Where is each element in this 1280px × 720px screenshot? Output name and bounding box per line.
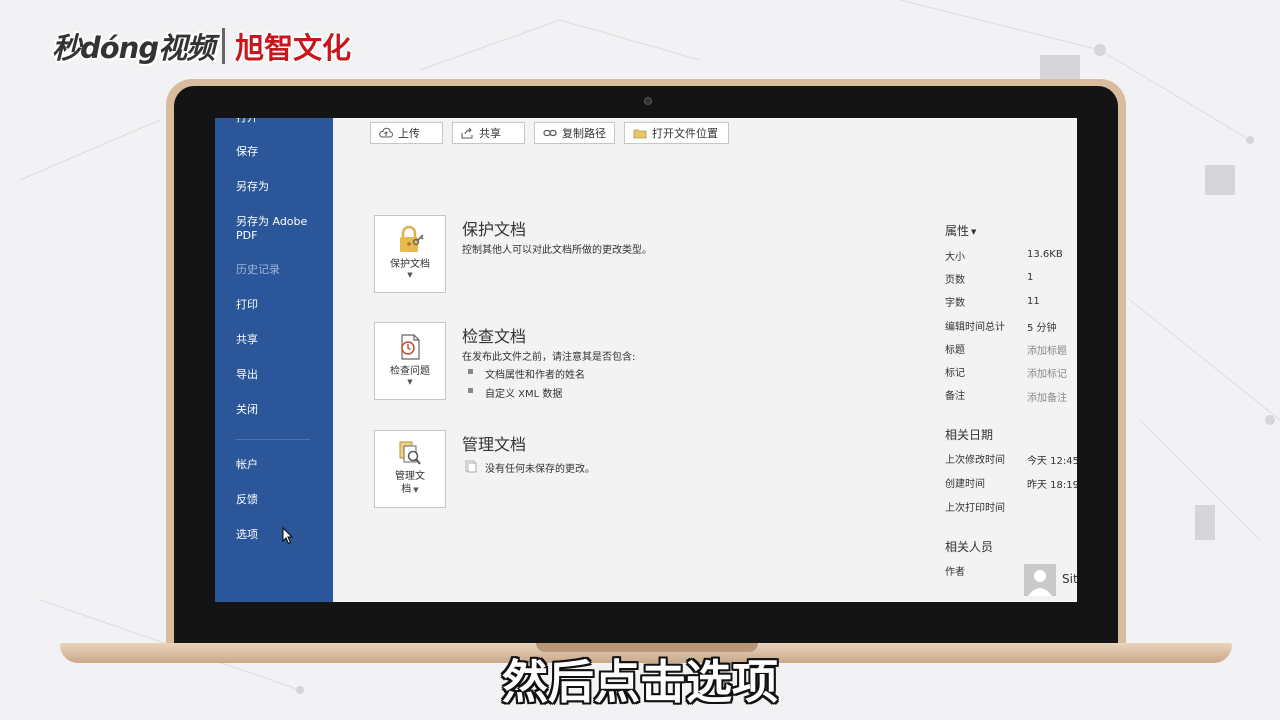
- check-issues-button[interactable]: 检查问题 ▼: [374, 322, 446, 400]
- sidebar-item-export[interactable]: 导出: [236, 368, 258, 382]
- sidebar-item-open[interactable]: 打开: [236, 118, 258, 125]
- upload-label: 上传: [398, 127, 420, 140]
- properties-header[interactable]: 属性 ▼: [945, 222, 976, 239]
- prop-key-pages: 页数: [945, 275, 965, 286]
- related-people-header: 相关人员: [945, 540, 994, 554]
- inspect-bullet-2: 自定义 XML 数据: [485, 389, 563, 400]
- prop-key-title: 标题: [945, 345, 965, 356]
- author-name[interactable]: Sit: [1062, 572, 1077, 586]
- backstage-sidebar: 打开 保存 另存为 另存为 Adobe PDF 历史记录 打印 共享 导出 关闭…: [215, 118, 333, 602]
- bullet-icon: [468, 388, 473, 393]
- sidebar-item-share[interactable]: 共享: [236, 333, 258, 347]
- check-issues-label: 检查问题: [390, 366, 430, 377]
- protect-document-button[interactable]: 保护文档 ▼: [374, 215, 446, 293]
- prop-key-edit-time: 编辑时间总计: [945, 322, 1005, 333]
- chevron-down-icon: ▼: [971, 227, 977, 236]
- inspect-document-icon: [401, 334, 420, 360]
- prop-key-printed: 上次打印时间: [945, 503, 1005, 514]
- sidebar-item-account[interactable]: 帐户: [236, 458, 258, 472]
- copy-path-button[interactable]: 复制路径: [534, 122, 615, 144]
- manage-document-label-2: 档: [401, 484, 412, 495]
- laptop-screen: 打开 保存 另存为 另存为 Adobe PDF 历史记录 打印 共享 导出 关闭…: [215, 118, 1077, 602]
- prop-key-tags: 标记: [945, 368, 965, 379]
- sidebar-item-history: 历史记录: [236, 263, 280, 276]
- sidebar-item-options[interactable]: 选项: [236, 528, 258, 542]
- prop-value-size: 13.6KB: [1027, 249, 1063, 260]
- prop-key-comments: 备注: [945, 391, 965, 402]
- logo-xuzhi: 旭智文化: [235, 31, 352, 65]
- prop-key-author: 作者: [945, 567, 965, 578]
- share-button[interactable]: 共享: [452, 122, 525, 144]
- inspect-desc: 在发布此文件之前，请注意其是否包含:: [462, 352, 636, 363]
- inspect-bullet-1: 文档属性和作者的姓名: [485, 370, 585, 381]
- prop-value-words: 11: [1027, 296, 1040, 307]
- open-file-location-button[interactable]: 打开文件位置: [624, 122, 729, 144]
- sidebar-item-save-as-pdf[interactable]: 另存为 Adobe PDF: [236, 215, 314, 243]
- sidebar-item-save[interactable]: 保存: [236, 145, 258, 159]
- protect-desc: 控制其他人可以对此文档所做的更改类型。: [462, 245, 652, 256]
- add-title-field[interactable]: 添加标题: [1027, 342, 1067, 357]
- brand-logo: 秒dóng视频 旭智文化: [52, 24, 351, 68]
- manage-document-icon: [399, 441, 421, 465]
- author-avatar[interactable]: [1024, 564, 1056, 596]
- chevron-down-icon: ▼: [407, 271, 413, 279]
- chevron-down-icon: ▼: [407, 378, 413, 386]
- prop-key-words: 字数: [945, 298, 965, 309]
- manage-desc: 没有任何未保存的更改。: [485, 464, 595, 475]
- prop-value-edit-time: 5 分钟: [1027, 323, 1057, 334]
- share-icon: [461, 127, 473, 139]
- video-subtitle: 然后点击选项: [502, 655, 778, 709]
- cloud-upload-icon: [379, 127, 393, 138]
- properties-header-label: 属性: [945, 224, 970, 238]
- folder-icon: [633, 129, 647, 138]
- logo-miaodong: 秒dóng视频: [52, 31, 215, 65]
- open-location-label: 打开文件位置: [652, 127, 718, 140]
- prop-key-created: 创建时间: [945, 479, 985, 490]
- inspect-title: 检查文档: [462, 327, 527, 346]
- share-label: 共享: [479, 127, 501, 140]
- prop-value-created: 昨天 18:19: [1027, 480, 1077, 491]
- prop-value-modified: 今天 12:45: [1027, 456, 1077, 467]
- sidebar-item-close[interactable]: 关闭: [236, 403, 258, 417]
- user-icon: [1024, 564, 1056, 596]
- protect-title: 保护文档: [462, 220, 527, 239]
- bullet-icon: [468, 369, 473, 374]
- related-dates-header: 相关日期: [945, 428, 994, 442]
- chevron-down-icon: ▼: [413, 486, 419, 494]
- prop-key-modified: 上次修改时间: [945, 455, 1005, 466]
- sidebar-item-print[interactable]: 打印: [236, 298, 258, 312]
- document-small-icon: [465, 460, 477, 473]
- link-icon: [543, 129, 557, 137]
- copy-path-label: 复制路径: [562, 127, 606, 140]
- manage-document-label-1: 管理文: [395, 471, 425, 482]
- lock-key-icon: [400, 225, 424, 252]
- sidebar-divider: [236, 439, 310, 440]
- mouse-cursor-icon: [282, 527, 294, 545]
- logo-divider: [222, 28, 226, 64]
- manage-title: 管理文档: [462, 435, 527, 454]
- camera-icon: [644, 97, 652, 105]
- prop-key-size: 大小: [945, 252, 965, 263]
- add-comments-field[interactable]: 添加备注: [1027, 389, 1067, 404]
- sidebar-item-save-as[interactable]: 另存为: [236, 180, 269, 194]
- protect-document-label: 保护文档: [390, 259, 430, 270]
- prop-value-pages: 1: [1027, 272, 1034, 283]
- info-pane: 上传 共享 复制路径 打开文件位置 保护文档 ▼ 保护文档 控制其他人可以对此文…: [333, 118, 1077, 602]
- sidebar-item-feedback[interactable]: 反馈: [236, 493, 258, 507]
- upload-button[interactable]: 上传: [370, 122, 443, 144]
- manage-document-button[interactable]: 管理文 档 ▼: [374, 430, 446, 508]
- add-tags-field[interactable]: 添加标记: [1027, 365, 1067, 380]
